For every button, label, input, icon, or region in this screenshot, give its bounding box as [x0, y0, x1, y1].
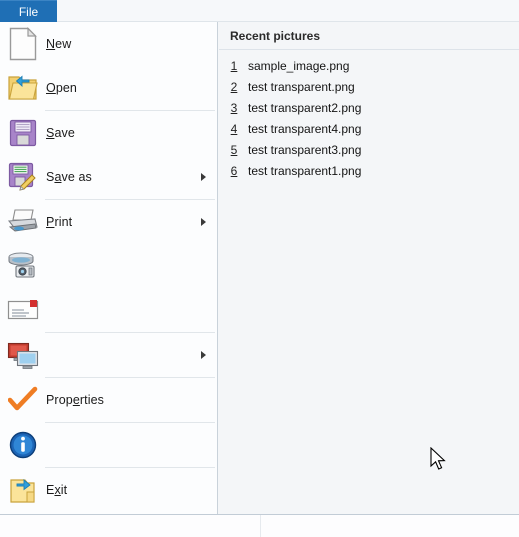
exit-folder-icon — [0, 468, 46, 512]
recent-item-name: sample_image.png — [248, 58, 350, 73]
tab-file[interactable]: File — [0, 0, 57, 22]
recent-item-name: test transparent.png — [248, 79, 355, 94]
recent-item-name: test transparent4.png — [248, 121, 362, 136]
menu-item-open[interactable]: Open — [0, 66, 217, 110]
menu-item-print-label: Print — [46, 215, 73, 229]
recent-item-number: 2 — [230, 79, 238, 94]
open-folder-icon — [0, 66, 46, 110]
menu-item-new-label: New — [46, 37, 72, 51]
ribbon-tab-strip: File — [0, 0, 519, 22]
menu-item-properties-label: Properties — [46, 393, 104, 407]
menu-item-exit[interactable]: Exit — [0, 468, 217, 512]
file-menu-panel: New Open Save Save as Print Properties E… — [0, 22, 519, 515]
tab-file-label: File — [18, 4, 39, 19]
blue-info-icon — [0, 423, 46, 467]
file-menu-command-list: New Open Save Save as Print Properties E… — [0, 22, 218, 514]
menu-item-about-paint[interactable] — [0, 423, 217, 467]
submenu-arrow-icon — [201, 351, 206, 359]
recent-pictures-title: Recent pictures — [230, 28, 321, 43]
recent-item-1[interactable]: 1 sample_image.png — [219, 55, 519, 76]
status-bar — [0, 515, 519, 537]
recent-item-number: 4 — [230, 121, 238, 136]
submenu-arrow-icon — [201, 173, 206, 181]
recent-item-number: 5 — [230, 142, 238, 157]
floppy-disk-pencil-icon — [0, 155, 46, 199]
recent-item-2[interactable]: 2 test transparent.png — [219, 76, 519, 97]
menu-item-set-as-desktop-background[interactable] — [0, 333, 217, 377]
menu-item-print[interactable]: Print — [0, 200, 217, 244]
menu-item-open-label: Open — [46, 81, 77, 95]
recent-pictures-header: Recent pictures — [219, 22, 519, 50]
menu-item-save-as[interactable]: Save as — [0, 155, 217, 199]
menu-item-exit-label: Exit — [46, 483, 68, 497]
envelope-icon — [0, 288, 46, 332]
scanner-camera-icon — [0, 244, 46, 288]
recent-item-number: 3 — [230, 100, 238, 115]
menu-item-save[interactable]: Save — [0, 111, 217, 155]
recent-pictures-pane: Recent pictures 1 sample_image.png 2 tes… — [219, 22, 519, 514]
recent-item-name: test transparent1.png — [248, 163, 362, 178]
recent-item-name: test transparent3.png — [248, 142, 362, 157]
menu-item-save-as-label: Save as — [46, 170, 92, 184]
recent-item-5[interactable]: 5 test transparent3.png — [219, 139, 519, 160]
menu-item-new[interactable]: New — [0, 22, 217, 66]
recent-item-name: test transparent2.png — [248, 100, 362, 115]
menu-item-properties[interactable]: Properties — [0, 378, 217, 422]
tab-strip-empty-area — [57, 0, 519, 22]
orange-check-icon — [0, 378, 46, 422]
recent-item-3[interactable]: 3 test transparent2.png — [219, 97, 519, 118]
recent-item-number: 6 — [230, 163, 238, 178]
two-monitors-icon — [0, 333, 46, 377]
menu-item-from-scanner-or-camera[interactable] — [0, 244, 217, 288]
menu-item-save-label: Save — [46, 126, 75, 140]
submenu-arrow-icon — [201, 218, 206, 226]
recent-pictures-list: 1 sample_image.png 2 test transparent.pn… — [219, 55, 519, 181]
recent-item-4[interactable]: 4 test transparent4.png — [219, 118, 519, 139]
status-bar-divider — [260, 515, 261, 537]
menu-item-send-in-email[interactable] — [0, 288, 217, 332]
recent-item-number: 1 — [230, 58, 238, 73]
printer-icon — [0, 200, 46, 244]
recent-item-6[interactable]: 6 test transparent1.png — [219, 160, 519, 181]
new-page-icon — [0, 22, 46, 66]
floppy-disk-icon — [0, 111, 46, 155]
